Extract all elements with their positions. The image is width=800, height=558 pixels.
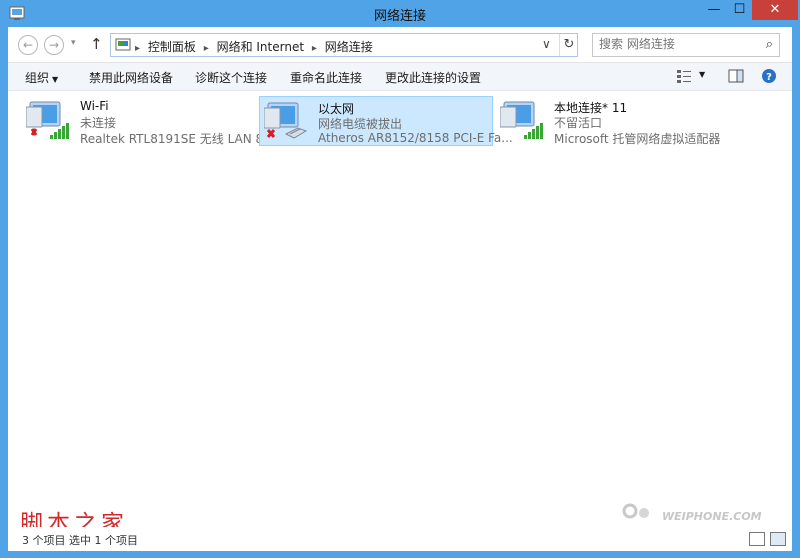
- breadcrumb-network-connections[interactable]: 网络连接: [325, 40, 373, 54]
- breadcrumb-separator[interactable]: ▸: [135, 43, 140, 54]
- status-bar: 3 个项目 选中 1 个项目: [8, 527, 792, 551]
- tiles-view-button[interactable]: [770, 532, 786, 546]
- details-view-button[interactable]: [749, 532, 765, 546]
- title-bar[interactable]: 网络连接 — ☐ ✕: [0, 0, 800, 27]
- minimize-button[interactable]: —: [701, 0, 727, 20]
- breadcrumb-separator[interactable]: ▸: [204, 43, 209, 54]
- close-button[interactable]: ✕: [752, 0, 798, 20]
- view-options-icon[interactable]: [676, 68, 692, 84]
- wifi-adapter-icon: [26, 101, 69, 139]
- weiphone-text: WEIPHONE.COM: [662, 510, 762, 523]
- connection-ethernet[interactable]: 以太网 网络电缆被拔出 Atheros AR8152/8158 PCI-E Fa…: [259, 96, 513, 146]
- organize-menu[interactable]: 组织 ▼: [25, 69, 58, 86]
- explorer-client: ← → ▾ ↑ ▸ 控制面板 ▸ 网络和 Internet ▸ 网络连接 ∨ ↻…: [8, 27, 792, 551]
- diagnose-connection-button[interactable]: 诊断这个连接: [195, 69, 267, 86]
- svg-text:?: ?: [766, 72, 772, 83]
- breadcrumb-separator[interactable]: ▸: [312, 43, 317, 54]
- change-settings-button[interactable]: 更改此连接的设置: [385, 69, 481, 86]
- command-bar: 组织 ▼ 禁用此网络设备 诊断这个连接 重命名此连接 更改此连接的设置 ▼ ?: [8, 63, 792, 91]
- search-box[interactable]: ⌕: [592, 33, 780, 57]
- ethernet-adapter-icon: [264, 102, 308, 139]
- help-icon[interactable]: ?: [761, 68, 777, 84]
- wifi-adapter-icon: [500, 101, 543, 139]
- recent-locations-dropdown[interactable]: ▾: [71, 38, 76, 48]
- connection-status: 网络电缆被拔出: [318, 117, 403, 131]
- connection-name: Wi-Fi: [80, 99, 109, 113]
- breadcrumb: ▸ 控制面板 ▸ 网络和 Internet ▸ 网络连接: [135, 38, 377, 55]
- address-dropdown-button[interactable]: ∨: [542, 37, 551, 51]
- connection-status: 未连接: [80, 116, 117, 130]
- window-title: 网络连接: [373, 9, 426, 24]
- disable-device-button[interactable]: 禁用此网络设备: [89, 69, 173, 86]
- connection-local-11[interactable]: 本地连接* 11 不留活口 Microsoft 托管网络虚拟适配器: [496, 96, 736, 146]
- window: 网络连接 — ☐ ✕ ← → ▾ ↑ ▸ 控制面板 ▸ 网络和 Internet: [0, 0, 800, 558]
- maximize-button[interactable]: ☐: [727, 0, 752, 20]
- address-bar[interactable]: ▸ 控制面板 ▸ 网络和 Internet ▸ 网络连接 ∨ ↻: [110, 33, 578, 57]
- connection-status: 不留活口: [554, 116, 603, 130]
- refresh-button[interactable]: ↻: [559, 34, 578, 56]
- connection-device: Microsoft 托管网络虚拟适配器: [554, 132, 721, 146]
- connection-device: Realtek RTL8191SE 无线 LAN 8...: [80, 132, 275, 146]
- back-button[interactable]: ←: [18, 35, 38, 55]
- breadcrumb-control-panel[interactable]: 控制面板: [148, 40, 196, 54]
- chevron-down-icon: ▼: [52, 75, 59, 84]
- up-button[interactable]: ↑: [90, 35, 103, 53]
- rename-connection-button[interactable]: 重命名此连接: [290, 69, 362, 86]
- connection-wifi[interactable]: Wi-Fi 未连接 Realtek RTL8191SE 无线 LAN 8...: [22, 96, 275, 146]
- watermark-weiphone: WEIPHONE.COM: [622, 497, 772, 525]
- breadcrumb-network-internet[interactable]: 网络和 Internet: [217, 40, 304, 54]
- search-input[interactable]: [599, 37, 759, 51]
- item-count: 3 个项目 选中 1 个项目: [22, 534, 138, 547]
- preview-pane-icon[interactable]: [728, 68, 744, 84]
- view-options-dropdown[interactable]: ▼: [699, 70, 705, 79]
- connection-device: Atheros AR8152/8158 PCI-E Fa...: [318, 131, 513, 145]
- forward-button[interactable]: →: [44, 35, 64, 55]
- organize-label: 组织: [25, 71, 50, 85]
- navigation-row: ← → ▾ ↑ ▸ 控制面板 ▸ 网络和 Internet ▸ 网络连接 ∨ ↻…: [8, 27, 792, 63]
- weiphone-logo-icon: [622, 503, 649, 519]
- search-icon[interactable]: ⌕: [766, 37, 773, 52]
- control-panel-icon: [115, 38, 131, 51]
